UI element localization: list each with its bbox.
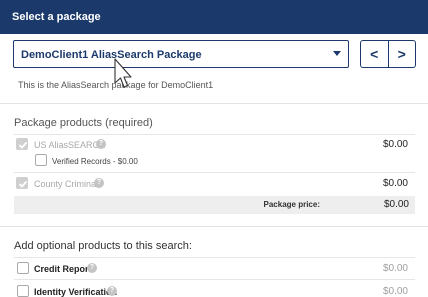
- credit-report-label: Credit Report: [34, 264, 92, 274]
- select-package-header: Select a package: [0, 0, 428, 34]
- credit-report-price: $0.00: [382, 263, 408, 274]
- chevron-right-icon: >: [397, 46, 406, 62]
- section-divider: [0, 226, 428, 227]
- us-aliassearch-checkbox[interactable]: [16, 138, 28, 150]
- package-products-heading: Package products: [14, 117, 103, 129]
- required-note: (required): [105, 117, 153, 129]
- us-aliassearch-price: $0.00: [382, 139, 408, 150]
- package-price-label: Package price:: [263, 200, 320, 209]
- row-divider: [14, 257, 415, 258]
- previous-package-button[interactable]: <: [361, 41, 388, 67]
- us-aliassearch-label: US AliasSEARCH: [34, 140, 106, 150]
- row-divider: [14, 172, 415, 173]
- checkmark-icon: [18, 180, 28, 188]
- county-criminal-price: $0.00: [382, 178, 408, 189]
- row-divider: [14, 279, 415, 280]
- package-price-row: Package price: $0.00: [14, 196, 415, 214]
- identity-verification-label: Identity Verification: [34, 287, 118, 297]
- help-circle-icon[interactable]: ?: [107, 286, 117, 296]
- header-title: Select a package: [12, 11, 101, 23]
- help-circle-icon[interactable]: ?: [94, 178, 104, 188]
- package-products-title: Package products (required): [14, 117, 153, 129]
- chevron-left-icon: <: [370, 46, 379, 62]
- credit-report-checkbox[interactable]: [17, 262, 29, 274]
- row-divider: [14, 134, 415, 135]
- package-price-value: $0.00: [383, 199, 409, 210]
- section-divider: [0, 103, 428, 104]
- package-nav: < >: [360, 40, 416, 68]
- mouse-pointer-icon: [114, 58, 132, 88]
- package-select-value: DemoClient1 AliasSearch Package: [21, 49, 202, 61]
- optional-products-title: Add optional products to this search:: [14, 240, 192, 252]
- county-criminal-label: County Criminal: [34, 179, 99, 189]
- help-circle-icon[interactable]: ?: [96, 139, 106, 149]
- identity-verification-price: $0.00: [382, 286, 408, 297]
- next-package-button[interactable]: >: [387, 41, 416, 67]
- verified-records-label: Verified Records - $0.00: [52, 157, 138, 166]
- package-select[interactable]: DemoClient1 AliasSearch Package: [13, 40, 349, 68]
- help-circle-icon[interactable]: ?: [87, 263, 97, 273]
- identity-verification-checkbox[interactable]: [17, 285, 29, 297]
- county-criminal-checkbox[interactable]: [16, 177, 28, 189]
- checkmark-icon: [18, 141, 28, 149]
- chevron-down-icon: [333, 51, 341, 56]
- verified-records-checkbox[interactable]: [35, 154, 47, 166]
